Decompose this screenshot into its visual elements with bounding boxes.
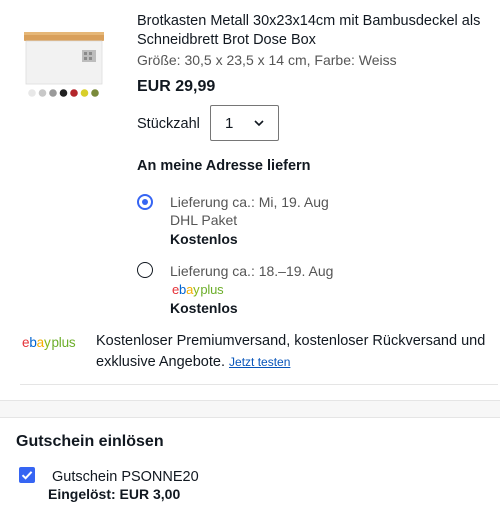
color-swatches	[28, 89, 99, 97]
ebay-plus-banner-text: Kostenloser Premiumversand, kostenloser …	[96, 331, 491, 373]
shipping-option-2-cost: Kostenlos	[170, 300, 238, 316]
shipping-heading: An meine Adresse liefern	[137, 158, 311, 174]
divider	[20, 384, 498, 385]
shipping-option-2-delivery: Lieferung ca.: 18.–19. Aug	[170, 263, 334, 279]
ebay-plus-carrier-logo: ebayplus	[172, 282, 224, 297]
ebay-logo-plus: plus	[51, 335, 76, 350]
color-swatch	[49, 89, 57, 97]
shipping-option-2-radio[interactable]	[137, 262, 153, 278]
ebay-plus-logo: ebayplus	[22, 335, 76, 350]
product-title[interactable]: Brotkasten Metall 30x23x14cm mit Bambusd…	[137, 12, 487, 50]
bread-box-icon	[24, 32, 104, 97]
color-swatch	[80, 89, 89, 97]
product-variant: Größe: 30,5 x 23,5 x 14 cm, Farbe: Weiss	[137, 52, 397, 68]
color-swatch	[91, 89, 99, 97]
color-swatch	[59, 89, 68, 97]
ebay-logo-word: ebay	[172, 282, 200, 297]
color-swatch	[38, 89, 47, 97]
product-image[interactable]	[20, 20, 108, 102]
quantity-label: Stückzahl	[137, 116, 200, 132]
color-swatch	[28, 89, 36, 97]
voucher-checkbox[interactable]	[19, 467, 35, 483]
voucher-heading: Gutschein einlösen	[16, 433, 164, 450]
chevron-down-icon	[254, 120, 264, 127]
color-swatch	[70, 89, 78, 97]
ebay-logo-plus: plus	[200, 282, 224, 297]
shipping-option-1-cost: Kostenlos	[170, 231, 238, 247]
checkmark-icon	[21, 471, 33, 480]
voucher-name: Gutschein PSONNE20	[52, 469, 199, 485]
ebay-logo-word: ebay	[22, 335, 51, 350]
voucher-applied-amount: Eingelöst: EUR 3,00	[48, 486, 181, 502]
product-price: EUR 29,99	[137, 78, 216, 95]
ebay-plus-try-link[interactable]: Jetzt testen	[229, 355, 290, 369]
ebay-plus-description: Kostenloser Premiumversand, kostenloser …	[96, 333, 486, 370]
shipping-option-1-radio[interactable]	[137, 194, 153, 210]
quantity-value: 1	[225, 114, 234, 132]
shipping-option-1-carrier: DHL Paket	[170, 212, 238, 228]
quantity-select[interactable]: 1	[210, 105, 279, 141]
shipping-option-1-delivery: Lieferung ca.: Mi, 19. Aug	[170, 194, 329, 210]
section-separator	[0, 400, 500, 418]
